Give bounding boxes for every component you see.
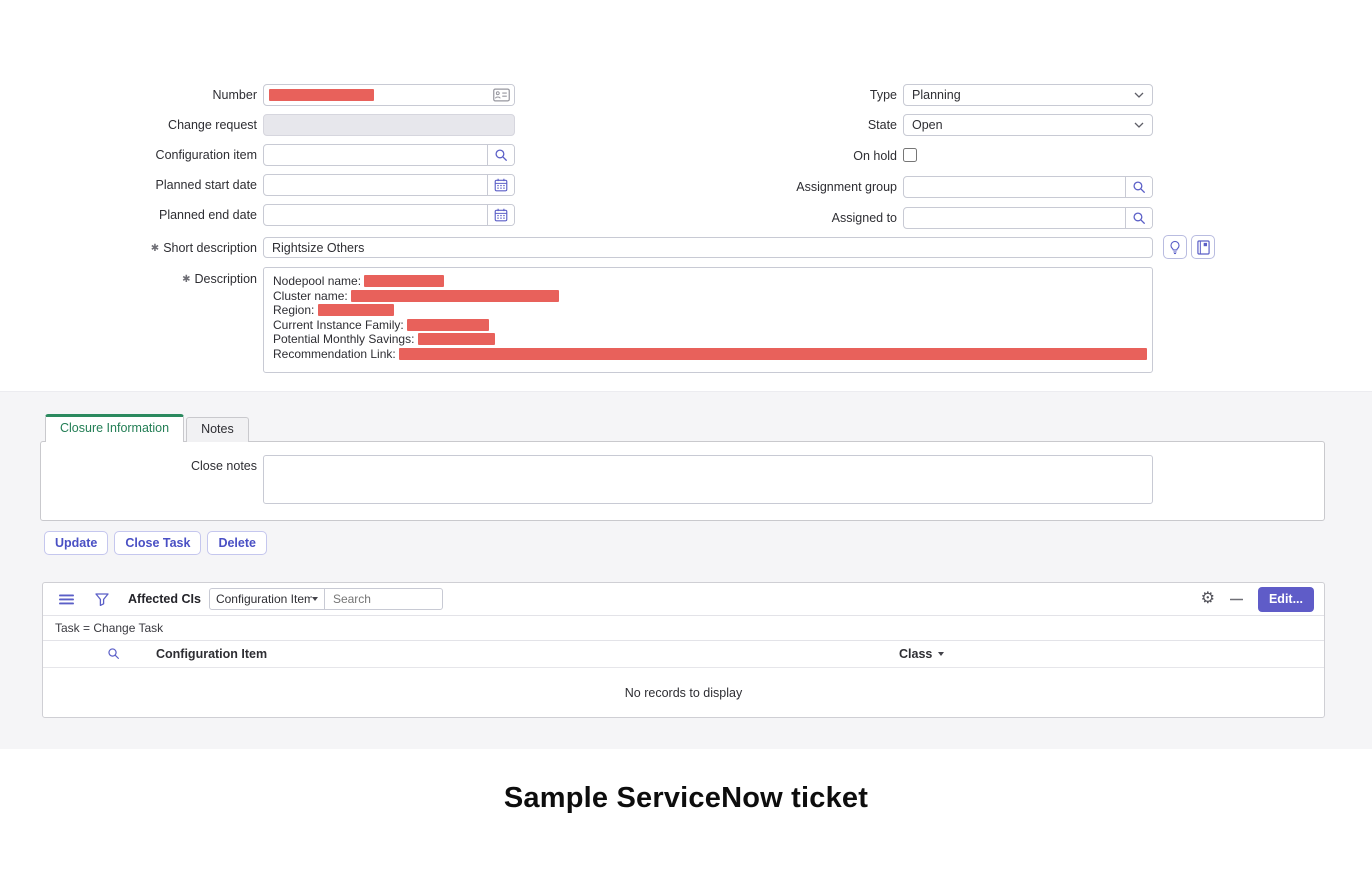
calendar-icon[interactable] [487, 175, 514, 195]
tab-notes[interactable]: Notes [186, 417, 249, 442]
planned-end-date-field[interactable] [263, 204, 515, 226]
close-task-button[interactable]: Close Task [114, 531, 201, 555]
search-column-dropdown[interactable]: Configuration Item ( [209, 588, 325, 610]
list-settings-gear-icon[interactable]: ⚙ [1201, 591, 1215, 607]
image-caption: Sample ServiceNow ticket [0, 782, 1372, 815]
short-description-label: ✱Short description [40, 237, 257, 261]
assignment-group-input[interactable] [904, 177, 1125, 197]
suggestion-lightbulb-icon[interactable] [1163, 235, 1187, 259]
type-label: Type [640, 84, 897, 106]
chevron-down-icon [1134, 122, 1152, 128]
on-hold-checkbox[interactable] [903, 148, 917, 162]
redacted-value [364, 275, 444, 287]
edit-button[interactable]: Edit... [1258, 587, 1314, 612]
list-filter-breadcrumb[interactable]: Task = Change Task [43, 616, 1324, 641]
column-search-icon[interactable] [107, 647, 120, 663]
on-hold-label: On hold [640, 145, 897, 167]
close-notes-textarea[interactable] [263, 455, 1153, 504]
configuration-item-field[interactable] [263, 144, 515, 166]
search-column-dropdown-value: Configuration Item ( [216, 592, 312, 606]
description-line: Current Instance Family: [273, 318, 1143, 333]
assigned-to-input[interactable] [904, 208, 1125, 228]
configuration-item-label: Configuration item [40, 144, 257, 166]
assignment-group-search-icon[interactable] [1125, 177, 1152, 197]
list-header-row: Configuration Item Class [43, 641, 1324, 668]
description-line: Nodepool name: [273, 274, 1143, 289]
type-select[interactable]: Planning [903, 84, 1153, 106]
configuration-item-search-icon[interactable] [487, 145, 514, 165]
affected-cis-list: Affected CIs Configuration Item ( ⚙ Edit… [42, 582, 1325, 718]
empty-list-message: No records to display [43, 668, 1324, 717]
state-select[interactable]: Open [903, 114, 1153, 136]
form-action-buttons: Update Close Task Delete [44, 531, 267, 555]
description-line: Cluster name: [273, 289, 1143, 304]
configuration-item-input[interactable] [264, 145, 487, 165]
description-label: ✱Description [40, 268, 257, 292]
redacted-value [418, 333, 495, 345]
list-search-input[interactable] [324, 588, 443, 610]
description-line: Recommendation Link: [273, 347, 1143, 362]
close-notes-label: Close notes [40, 455, 257, 477]
section-tabs: Closure Information Notes [45, 414, 249, 442]
filter-funnel-icon[interactable] [95, 593, 109, 606]
change-request-label: Change request [40, 114, 257, 136]
chevron-down-icon [1134, 92, 1152, 98]
collapse-list-minus-icon[interactable] [1230, 598, 1243, 601]
assigned-to-field[interactable] [903, 207, 1153, 229]
number-field[interactable] [263, 84, 515, 106]
update-button[interactable]: Update [44, 531, 108, 555]
description-textarea[interactable]: Nodepool name: Cluster name: Region: Cur… [263, 267, 1153, 373]
type-select-value: Planning [904, 88, 961, 102]
description-line: Potential Monthly Savings: [273, 332, 1143, 347]
knowledge-book-icon[interactable] [1191, 235, 1215, 259]
column-header-class[interactable]: Class [899, 641, 944, 667]
preview-record-icon[interactable] [488, 85, 514, 105]
assignment-group-field[interactable] [903, 176, 1153, 198]
short-description-input[interactable] [264, 238, 1152, 257]
state-select-value: Open [904, 118, 943, 132]
column-header-configuration-item[interactable]: Configuration Item [156, 641, 267, 667]
tab-closure-information[interactable]: Closure Information [45, 414, 184, 442]
calendar-icon[interactable] [487, 205, 514, 225]
servicenow-ticket-page: Number Change request Configuration item [0, 0, 1372, 890]
redacted-value [399, 348, 1147, 360]
state-label: State [640, 114, 897, 136]
redacted-value [318, 304, 394, 316]
assignment-group-label: Assignment group [640, 176, 897, 198]
short-description-field[interactable] [263, 237, 1153, 258]
redacted-value [407, 319, 489, 331]
planned-end-date-input[interactable] [264, 205, 487, 225]
list-menu-hamburger-icon[interactable] [59, 594, 74, 605]
delete-button[interactable]: Delete [207, 531, 267, 555]
caret-down-icon [312, 597, 318, 601]
assigned-to-search-icon[interactable] [1125, 208, 1152, 228]
description-line: Region: [273, 303, 1143, 318]
mandatory-indicator: ✱ [182, 274, 190, 285]
number-label: Number [40, 84, 257, 106]
planned-start-date-label: Planned start date [40, 174, 257, 196]
assigned-to-label: Assigned to [640, 207, 897, 229]
planned-end-date-label: Planned end date [40, 204, 257, 226]
change-request-field [263, 114, 515, 136]
planned-start-date-input[interactable] [264, 175, 487, 195]
affected-cis-title: Affected CIs [128, 592, 201, 606]
affected-cis-toolbar: Affected CIs Configuration Item ( ⚙ Edit… [43, 583, 1324, 616]
planned-start-date-field[interactable] [263, 174, 515, 196]
mandatory-indicator: ✱ [151, 243, 159, 254]
number-redaction [264, 86, 374, 104]
caret-down-icon [938, 652, 944, 656]
redacted-value [351, 290, 559, 302]
